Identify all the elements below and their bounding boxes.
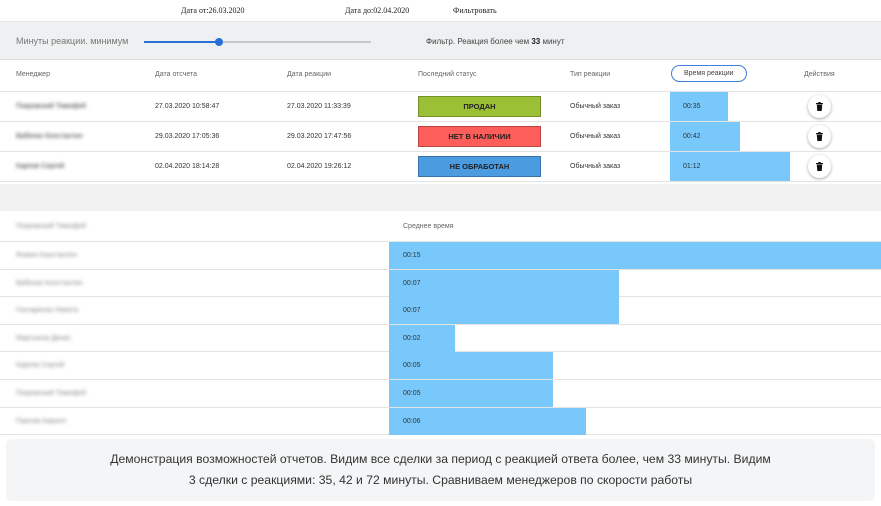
slider-fill	[144, 41, 219, 43]
slider-handle[interactable]	[214, 38, 223, 46]
column-actions: Действия	[804, 71, 835, 78]
deals-table-header: Менеджер Дата отсчета Дата реакции После…	[0, 61, 881, 92]
average-time-bar: 00:06	[389, 407, 586, 435]
average-time-value: 00:06	[403, 417, 421, 425]
list-item: Покровский Тимофей 00:05	[0, 379, 881, 408]
column-reaction-type[interactable]: Тип реакции	[570, 71, 610, 78]
reaction-time-value: 00:42	[683, 133, 701, 140]
list-item: Гончаренко Никита 00:07	[0, 297, 881, 325]
list-item: Карпов Сергей 00:05	[0, 352, 881, 380]
manager-name: Гончаренко Никита	[16, 307, 79, 315]
average-time-bar: 00:15	[389, 242, 881, 269]
trash-icon	[816, 132, 823, 141]
table-row: Карпов Сергей 02.04.2020 18:14:28 02.04.20…	[0, 152, 881, 182]
manager-name: Вабенко Константин	[16, 279, 83, 287]
filter-button[interactable]: Фильтровать	[453, 6, 497, 15]
reaction-time-value: 01:12	[683, 163, 701, 170]
reaction-date: 27.03.2020 11:33:39	[287, 103, 351, 110]
average-time-chart: Покровский Тимофей Среднее время Фомин К…	[0, 211, 881, 437]
reaction-type: Обычный заказ	[570, 163, 621, 170]
column-reaction-time[interactable]: Время реакции	[671, 65, 747, 82]
column-start-date[interactable]: Дата отсчета	[155, 71, 197, 78]
filter-info-prefix: Фильтр. Реакция более чем	[426, 37, 530, 46]
delete-button[interactable]	[808, 155, 831, 178]
date-filter-bar: Дата от:26.03.2020 Дата до:02.04.2020 Фи…	[0, 0, 881, 22]
column-last-status[interactable]: Последний статус	[418, 71, 477, 78]
average-time-bar: 00:05	[389, 352, 553, 380]
average-time-bar: 00:07	[389, 297, 619, 325]
table-row: Вабенко Константин 29.03.2020 17:05:36 29.…	[0, 122, 881, 152]
deals-table: Менеджер Дата отсчета Дата реакции После…	[0, 61, 881, 182]
average-time-bar: 00:02	[389, 324, 455, 352]
delete-button[interactable]	[808, 95, 831, 118]
manager-name: Вабенко Константин	[16, 133, 83, 140]
filter-info-value: 33	[531, 37, 541, 46]
manager-name: Покровский Тимофей	[16, 389, 86, 397]
average-time-value: 00:07	[403, 307, 421, 315]
reaction-type: Обычный заказ	[570, 133, 621, 140]
average-time-value: 00:07	[403, 279, 421, 287]
average-time-value: 00:05	[403, 389, 421, 397]
section-divider	[0, 184, 881, 211]
average-time-title: Среднее время	[403, 223, 454, 230]
start-date: 02.04.2020 18:14:28	[155, 163, 220, 170]
header-manager-name: Покровский Тимофей	[16, 223, 86, 230]
list-item: Павлов Кирилл 00:06	[0, 407, 881, 436]
delete-button[interactable]	[808, 125, 831, 148]
table-row: Покровский Тимофей 27.03.2020 10:58:47 27.…	[0, 92, 881, 122]
reaction-time-bar: 00:42	[670, 122, 740, 151]
average-time-value: 00:02	[403, 334, 421, 342]
manager-name: Карпов Сергей	[16, 163, 65, 170]
min-minutes-slider[interactable]	[144, 38, 371, 46]
trash-icon	[816, 162, 823, 171]
trash-icon	[816, 102, 823, 111]
reaction-date: 29.03.2020 17:47:56	[287, 133, 352, 140]
filter-panel: Минуты реакции. минимум Фильтр. Реакция …	[0, 22, 881, 60]
min-minutes-label: Минуты реакции. минимум	[16, 36, 129, 46]
status-badge[interactable]: ПРОДАН	[418, 96, 541, 117]
date-to-field[interactable]: Дата до:02.04.2020	[345, 6, 409, 15]
list-item: Фомин Константин 00:15	[0, 242, 881, 270]
filter-info: Фильтр. Реакция более чем 33 минут	[426, 37, 565, 46]
start-date: 27.03.2020 10:58:47	[155, 103, 220, 110]
reaction-type: Обычный заказ	[570, 103, 621, 110]
manager-name: Фомин Константин	[16, 252, 77, 259]
manager-name: Карпов Сергей	[16, 362, 65, 370]
filter-info-suffix: минут	[542, 37, 565, 46]
start-date: 29.03.2020 17:05:36	[155, 133, 220, 140]
average-time-value: 00:15	[403, 252, 421, 259]
status-badge[interactable]: НЕ ОБРАБОТАН	[418, 156, 541, 177]
status-badge[interactable]: НЕТ В НАЛИЧИИ	[418, 126, 541, 147]
column-reaction-date[interactable]: Дата реакции	[287, 71, 331, 78]
column-manager[interactable]: Менеджер	[16, 71, 50, 78]
caption: Демонстрация возможностей отчетов. Видим…	[6, 439, 875, 501]
average-time-bar: 00:05	[389, 379, 553, 407]
average-time-header: Покровский Тимофей Среднее время	[0, 211, 881, 242]
manager-name: Павлов Кирилл	[16, 417, 67, 425]
reaction-date: 02.04.2020 19:26:12	[287, 163, 352, 170]
date-from-field[interactable]: Дата от:26.03.2020	[181, 6, 245, 15]
reaction-time-bar: 00:35	[670, 92, 728, 121]
list-item: Мартынов Денис 00:02	[0, 324, 881, 353]
reaction-time-value: 00:35	[683, 103, 701, 110]
reaction-time-bar: 01:12	[670, 152, 790, 181]
manager-name: Покровский Тимофей	[16, 103, 86, 110]
manager-name: Мартынов Денис	[16, 334, 72, 342]
list-item: Вабенко Константин 00:07	[0, 269, 881, 298]
average-time-bar: 00:07	[389, 269, 619, 297]
average-time-value: 00:05	[403, 362, 421, 370]
